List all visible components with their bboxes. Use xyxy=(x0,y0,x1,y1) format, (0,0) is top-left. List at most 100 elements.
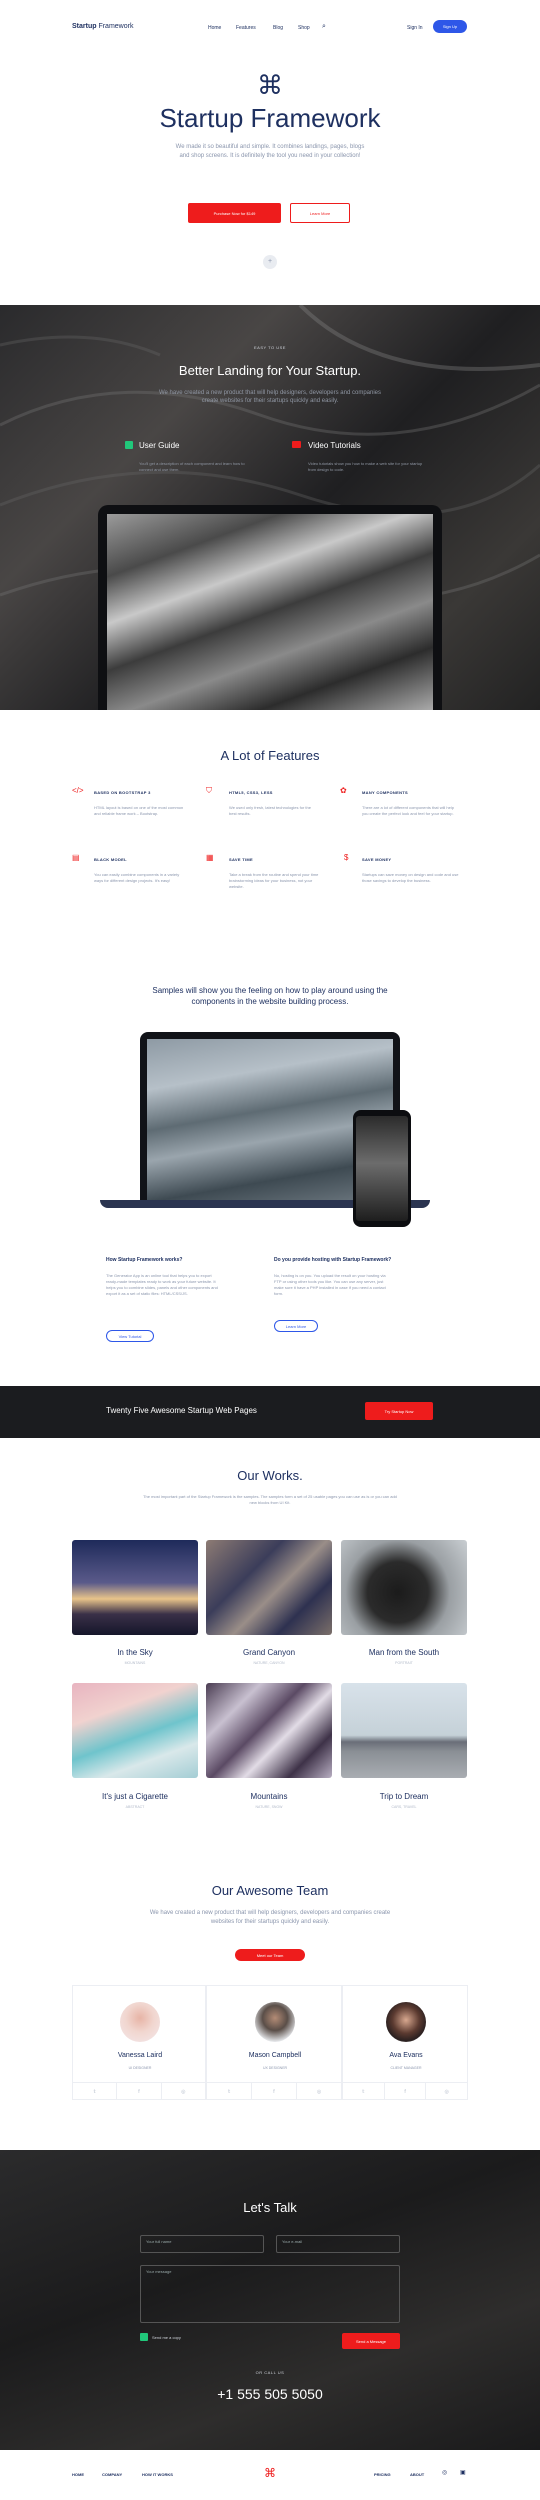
footer-about[interactable]: ABOUT xyxy=(410,2472,424,2477)
facebook-icon[interactable]: f xyxy=(117,2083,162,2100)
purchase-button[interactable]: Purchase Now for $149 xyxy=(188,203,281,223)
block-icon: ▤ xyxy=(72,853,80,862)
work-image-man[interactable] xyxy=(341,1540,467,1635)
team-card: Mason Campbell UX DESIGNER 𝕥 f ◎ xyxy=(206,1985,342,2100)
facebook-icon[interactable]: f xyxy=(385,2083,427,2100)
book-icon xyxy=(125,441,133,449)
faq-answer: No, hosting is on you. You upload the re… xyxy=(274,1273,386,1296)
twitter-icon[interactable]: 𝕥 xyxy=(207,2083,252,2100)
dribbble-icon[interactable]: ◎ xyxy=(162,2083,205,2100)
feature-text: There are a lot of different components … xyxy=(362,805,454,816)
footer-pricing[interactable]: PRICING xyxy=(374,2472,391,2477)
twitter-icon[interactable]: 𝕥 xyxy=(73,2083,118,2100)
nav-home[interactable]: Home xyxy=(208,25,221,31)
checkbox-label: Send me a copy xyxy=(152,2335,181,2340)
video-tutorials-text: Video tutorials show you how to make a w… xyxy=(308,461,423,472)
work-title: Mountains xyxy=(250,1792,288,1801)
twitter-icon[interactable]: 𝕥 xyxy=(343,2083,385,2100)
dribbble-icon[interactable]: ◎ xyxy=(426,2083,467,2100)
learn-more-outline-button[interactable]: Learn More xyxy=(274,1320,318,1332)
instagram-icon[interactable]: ▣ xyxy=(460,2469,466,2476)
name-input[interactable]: Your full name xyxy=(140,2235,264,2253)
work-sub: NATURE, SNOW xyxy=(255,1805,283,1809)
meet-team-button[interactable]: Meet our Team xyxy=(235,1949,305,1961)
hero-text: We made it so beautiful and simple. It c… xyxy=(175,144,365,159)
team-title: Our Awesome Team xyxy=(211,1883,329,1898)
works-text: The most important part of the Startup F… xyxy=(143,1494,397,1505)
work-sub: PORTRAIT xyxy=(395,1661,413,1665)
works-title: Our Works. xyxy=(237,1468,303,1483)
dark-text: We have created a new product that will … xyxy=(158,390,382,404)
contact-title: Let's Talk xyxy=(243,2200,297,2215)
email-input[interactable]: Your e-mail xyxy=(276,2235,400,2253)
dribbble-icon[interactable]: ◎ xyxy=(297,2083,341,2100)
user-guide-title: User Guide xyxy=(139,441,180,450)
feature-text: HTML layout is based on one of the most … xyxy=(94,805,184,816)
footer-home[interactable]: HOME xyxy=(72,2472,84,2477)
work-sub: MOUNTAINS xyxy=(124,1661,146,1665)
feature-title: BLACK MODEL xyxy=(94,857,127,862)
work-image-mountains[interactable] xyxy=(206,1683,332,1778)
nav-features[interactable]: Features xyxy=(236,25,256,31)
member-name: Mason Campbell xyxy=(248,2052,302,2059)
user-guide-text: You'll get a description of each compone… xyxy=(139,461,245,472)
cta-text: Twenty Five Awesome Startup Web Pages xyxy=(106,1406,257,1415)
footer-logo-icon[interactable]: ⌘ xyxy=(262,2466,278,2480)
nav-shop[interactable]: Shop xyxy=(298,25,310,31)
logo[interactable]: Startup Framework xyxy=(72,23,133,30)
laptop-mockup xyxy=(98,505,442,710)
phone-number[interactable]: +1 555 505 5050 xyxy=(0,2386,540,2402)
video-tutorials-title: Video Tutorials xyxy=(308,441,361,450)
dribbble-icon[interactable]: ◎ xyxy=(442,2469,447,2476)
work-sub: ABSTRACT xyxy=(125,1805,145,1809)
member-name: Ava Evans xyxy=(389,2052,423,2059)
phone-mockup xyxy=(353,1110,411,1227)
learn-more-button[interactable]: Learn More xyxy=(290,203,350,223)
message-textarea[interactable]: Your message xyxy=(140,2265,400,2323)
feature-text: Take a break from the routine and spend … xyxy=(229,872,319,889)
work-title: It's just a Cigarette xyxy=(102,1792,168,1801)
work-title: Trip to Dream xyxy=(379,1792,429,1801)
faq-question: Do you provide hosting with Startup Fram… xyxy=(274,1257,392,1263)
logo-light: Framework xyxy=(98,23,134,30)
features-title: A Lot of Features xyxy=(220,748,320,763)
member-name: Vanessa Laird xyxy=(117,2052,163,2059)
member-role: UX DESIGNER xyxy=(262,2066,288,2070)
social-row: 𝕥 f ◎ xyxy=(207,2082,341,2100)
faq-question: How Startup Framework works? xyxy=(106,1257,183,1263)
work-image-canyon[interactable] xyxy=(206,1540,332,1635)
view-tutorial-button[interactable]: View Tutorial xyxy=(106,1330,154,1342)
copy-checkbox[interactable] xyxy=(140,2333,148,2341)
cta-bar xyxy=(0,1386,540,1438)
sign-in-link[interactable]: Sign In xyxy=(407,25,423,31)
feature-title: MANY COMPONENTS xyxy=(362,790,408,795)
try-startup-button[interactable]: Try Startup Now xyxy=(365,1402,433,1420)
nav-blog[interactable]: Blog xyxy=(273,25,283,31)
avatar xyxy=(255,2002,295,2042)
social-row: 𝕥 f ◎ xyxy=(73,2082,205,2100)
calendar-icon: ▦ xyxy=(206,853,214,862)
work-image-car[interactable] xyxy=(341,1683,467,1778)
social-row: 𝕥 f ◎ xyxy=(343,2082,467,2100)
logo-bold: Startup xyxy=(72,23,97,30)
dollar-icon: $ xyxy=(344,853,349,862)
html5-icon: ⛉ xyxy=(206,786,212,795)
work-title: In the Sky xyxy=(117,1648,153,1657)
work-image-cigarette[interactable] xyxy=(72,1683,198,1778)
footer-company[interactable]: COMPANY xyxy=(102,2472,122,2477)
footer-how-it-works[interactable]: HOW IT WORKS xyxy=(142,2472,173,2477)
work-title: Man from the South xyxy=(368,1648,440,1657)
member-role: CLIENT MANAGER xyxy=(390,2066,422,2070)
phone-screen xyxy=(356,1116,408,1221)
search-icon[interactable]: ⌕ xyxy=(322,23,326,31)
scroll-down-button[interactable]: + xyxy=(263,255,277,269)
navbar: Startup Framework Home Features Blog Sho… xyxy=(0,0,540,55)
samples-title: Samples will show you the feeling on how… xyxy=(152,986,388,1006)
hero-logo-icon: ⌘ xyxy=(257,70,283,100)
video-icon xyxy=(292,441,301,448)
send-message-button[interactable]: Send a Message xyxy=(342,2333,400,2349)
facebook-icon[interactable]: f xyxy=(252,2083,297,2100)
work-image-sky[interactable] xyxy=(72,1540,198,1635)
dark-eyebrow: EASY TO USE xyxy=(254,345,286,350)
sign-up-button[interactable]: Sign Up xyxy=(433,20,467,33)
